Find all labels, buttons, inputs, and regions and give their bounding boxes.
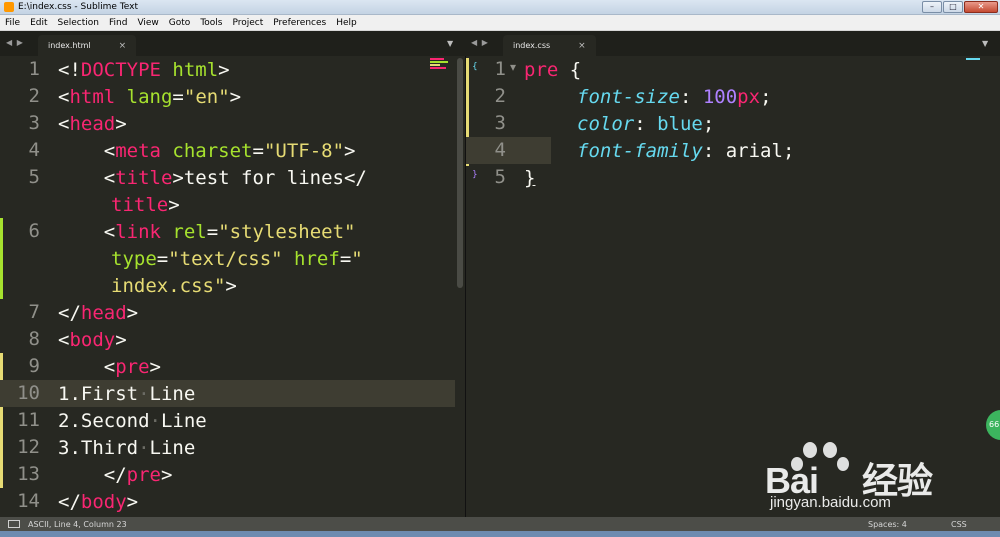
menu-find[interactable]: Find bbox=[104, 18, 132, 28]
tab-nav-arrows[interactable]: ◀ ▶ bbox=[6, 38, 24, 47]
menu-selection[interactable]: Selection bbox=[53, 18, 104, 28]
tab-dropdown-icon[interactable]: ▼ bbox=[447, 39, 453, 48]
line-number: 3 bbox=[494, 112, 506, 134]
cursor-position: ASCII, Line 4, Column 23 bbox=[28, 519, 127, 529]
code-line: font-family: arial; bbox=[577, 139, 795, 162]
line-number: 5 bbox=[494, 166, 506, 188]
sublime-app-icon bbox=[4, 2, 14, 12]
scrollbar-thumb[interactable] bbox=[457, 58, 463, 288]
window-title: E:\index.css - Sublime Text bbox=[18, 2, 139, 12]
line-number: 13 bbox=[17, 463, 40, 485]
line-number: 1 bbox=[28, 58, 40, 80]
code-line: < meta charset = "UTF-8" > bbox=[58, 139, 356, 162]
baidu-watermark: Bai 经验 jingyan.baidu.com bbox=[765, 440, 955, 515]
menu-view[interactable]: View bbox=[132, 18, 163, 28]
maximize-button[interactable]: □ bbox=[943, 1, 963, 13]
watermark-url: jingyan.baidu.com bbox=[770, 494, 891, 511]
tab-label: index.html bbox=[48, 41, 91, 50]
menu-tools[interactable]: Tools bbox=[195, 18, 227, 28]
code-line: color: blue; bbox=[577, 112, 715, 135]
code-line: 3.Third · Line bbox=[58, 436, 196, 459]
html-editor-pane[interactable]: 1 2 3 4 5 6 7 8 9 10 11 12 13 14 <! DOCTY… bbox=[0, 56, 455, 517]
menu-project[interactable]: Project bbox=[227, 18, 268, 28]
fold-arrow-icon[interactable]: ▾ bbox=[510, 60, 516, 74]
code-line: < pre > bbox=[58, 355, 161, 378]
line-number: 14 bbox=[17, 490, 40, 512]
tab-index-css[interactable]: index.css × bbox=[503, 35, 596, 56]
code-line: <! DOCTYPE html > bbox=[58, 58, 230, 81]
minimap[interactable] bbox=[430, 58, 452, 76]
syntax-setting[interactable]: CSS bbox=[951, 520, 967, 529]
tab-label: index.css bbox=[513, 41, 551, 50]
menu-help[interactable]: Help bbox=[331, 18, 362, 28]
code-line: pre { bbox=[524, 58, 582, 81]
code-line: < link rel = "stylesheet" bbox=[58, 220, 356, 243]
line-number: 9 bbox=[28, 355, 40, 377]
window-controls: – □ ✕ bbox=[922, 1, 998, 13]
line-number: 2 bbox=[494, 85, 506, 107]
line-number: 7 bbox=[28, 301, 40, 323]
status-bar: ASCII, Line 4, Column 23 Spaces: 4 CSS bbox=[0, 517, 1000, 531]
code-line: </head > bbox=[58, 301, 139, 324]
close-button[interactable]: ✕ bbox=[964, 1, 998, 13]
code-line: < head > bbox=[58, 112, 127, 135]
line-number: 10 bbox=[17, 382, 40, 404]
code-line-wrap: index.css" > bbox=[111, 274, 237, 297]
menu-preferences[interactable]: Preferences bbox=[268, 18, 331, 28]
tab-close-icon[interactable]: × bbox=[578, 41, 586, 51]
code-line: font-size: 100 px; bbox=[577, 85, 772, 108]
menu-goto[interactable]: Goto bbox=[164, 18, 196, 28]
line-number: 1 bbox=[494, 58, 506, 80]
line-number: 6 bbox=[28, 220, 40, 242]
code-line-wrap: type = "text/css" href = " bbox=[111, 247, 363, 270]
indentation-setting[interactable]: Spaces: 4 bbox=[868, 520, 907, 529]
minimap[interactable] bbox=[966, 58, 988, 76]
right-tab-bar: ◀ ▶ index.css × ▼ bbox=[465, 31, 1000, 56]
code-line: 1.First · Line bbox=[58, 382, 196, 405]
line-number: 12 bbox=[17, 436, 40, 458]
line-number: 3 bbox=[28, 112, 40, 134]
menu-bar: File Edit Selection Find View Goto Tools… bbox=[0, 15, 1000, 31]
line-number: 4 bbox=[28, 139, 40, 161]
line-number: 5 bbox=[28, 166, 40, 188]
tab-dropdown-icon[interactable]: ▼ bbox=[982, 39, 988, 48]
vertical-scrollbar[interactable] bbox=[455, 56, 465, 517]
code-line: < body > bbox=[58, 328, 127, 351]
code-line: 2.Second · Line bbox=[58, 409, 207, 432]
title-bar: E:\index.css - Sublime Text – □ ✕ bbox=[0, 0, 1000, 15]
minimize-button[interactable]: – bbox=[922, 1, 942, 13]
tab-index-html[interactable]: index.html × bbox=[38, 35, 137, 56]
menu-file[interactable]: File bbox=[0, 18, 25, 28]
code-line: < title >test for lines</ bbox=[58, 166, 367, 189]
tab-nav-arrows[interactable]: ◀ ▶ bbox=[471, 38, 489, 47]
panel-toggle-icon[interactable] bbox=[8, 520, 20, 528]
menu-edit[interactable]: Edit bbox=[25, 18, 52, 28]
code-line: < html lang = "en" > bbox=[58, 85, 242, 108]
line-number: 2 bbox=[28, 85, 40, 107]
line-number: 11 bbox=[17, 409, 40, 431]
code-line: } bbox=[524, 166, 536, 189]
code-line: </pre > bbox=[58, 463, 173, 486]
left-tab-bar: ◀ ▶ index.html × ▼ bbox=[0, 31, 465, 56]
tab-close-icon[interactable]: × bbox=[119, 41, 127, 51]
code-line: </body > bbox=[58, 490, 139, 513]
code-line-wrap: title > bbox=[111, 193, 180, 216]
line-number: 4 bbox=[494, 139, 506, 161]
line-number: 8 bbox=[28, 328, 40, 350]
taskbar bbox=[0, 531, 1000, 537]
